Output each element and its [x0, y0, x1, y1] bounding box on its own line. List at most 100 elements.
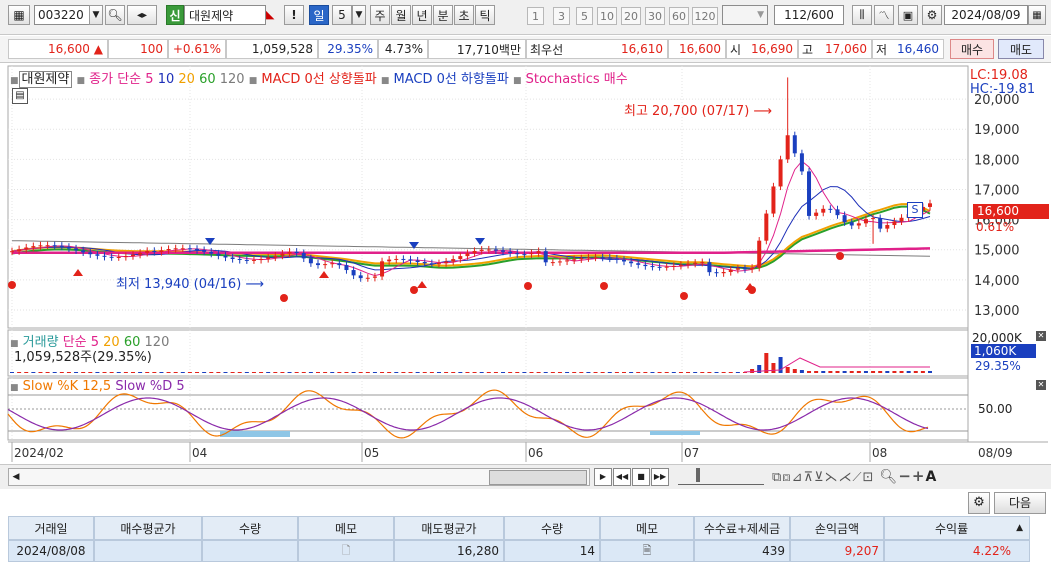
- candle-body: [237, 258, 242, 260]
- play-icon[interactable]: ▶: [594, 468, 612, 486]
- col-buy-qty[interactable]: 수량: [202, 516, 298, 540]
- legend-stock-name[interactable]: 대원제약: [18, 71, 73, 88]
- zoom-in-icon[interactable]: +: [912, 467, 926, 485]
- col-fee-tax[interactable]: 수수료+제세금: [694, 516, 790, 540]
- legend-ma120[interactable]: 120: [220, 72, 245, 87]
- stock-name-field[interactable]: 대원제약: [184, 5, 266, 25]
- stoch-d-title[interactable]: Slow %D 5: [115, 379, 184, 394]
- memo-filled-icon[interactable]: 🗎: [643, 542, 652, 561]
- interval-120-button[interactable]: 120: [692, 7, 718, 25]
- forward-icon[interactable]: ▶▶: [651, 468, 669, 486]
- period-interval-field[interactable]: 5: [332, 5, 352, 25]
- code-dropdown-icon[interactable]: ▼: [89, 5, 103, 25]
- grid-settings-gear-icon[interactable]: ⚙: [968, 492, 990, 514]
- rewind-icon[interactable]: ◀◀: [613, 468, 631, 486]
- cell-buy-memo[interactable]: 🗋: [298, 540, 394, 562]
- draw-tool-5-icon[interactable]: ⊻: [814, 470, 825, 485]
- legend-macd-up[interactable]: MACD 0선 상향돌파: [261, 72, 376, 87]
- interval-10-button[interactable]: 10: [597, 7, 617, 25]
- table-row[interactable]: 2024/08/08 🗋 16,280 14 🗎 439 9,207 4.22%: [8, 540, 1048, 562]
- legend-ma10[interactable]: 10: [158, 72, 175, 87]
- volume-bar: [807, 371, 812, 373]
- chart-scrollbar[interactable]: ◀: [8, 468, 590, 486]
- interval-5-button[interactable]: 5: [576, 7, 593, 25]
- interval-60-button[interactable]: 60: [669, 7, 689, 25]
- grid-scroll-up-icon[interactable]: ▲: [1016, 523, 1023, 533]
- stoch-close-icon[interactable]: ✕: [1036, 380, 1046, 390]
- scroll-thumb[interactable]: [489, 470, 587, 485]
- candle-body: [266, 257, 271, 259]
- period-weekly-button[interactable]: 주: [370, 5, 390, 25]
- calendar-icon[interactable]: ▦: [1028, 5, 1046, 25]
- chart-type-icon[interactable]: ⫼: [852, 5, 872, 25]
- next-button[interactable]: 다음: [994, 492, 1046, 514]
- interval-3-button[interactable]: 3: [553, 7, 570, 25]
- nav-arrows-icon[interactable]: ◂▸: [127, 5, 157, 25]
- draw-tool-4-icon[interactable]: ⊼: [803, 470, 814, 485]
- interval-20-button[interactable]: 20: [621, 7, 641, 25]
- draw-tool-6-icon[interactable]: ⋋: [825, 470, 839, 485]
- legend-stochastics[interactable]: Stochastics 매수: [526, 72, 628, 87]
- alert-button[interactable]: !: [284, 5, 304, 25]
- col-sell-avg[interactable]: 매도평균가: [394, 516, 504, 540]
- legend-ma60[interactable]: 60: [199, 72, 216, 87]
- cell-sell-memo[interactable]: 🗎: [600, 540, 694, 562]
- period-tick-button[interactable]: 틱: [475, 5, 495, 25]
- search-icon[interactable]: 🔍︎: [105, 5, 125, 25]
- gear-icon[interactable]: ⚙: [922, 5, 942, 25]
- price-chart[interactable]: 20,00019,00018,00017,00016,00015,00014,0…: [0, 64, 1051, 464]
- col-trade-date[interactable]: 거래일: [8, 516, 94, 540]
- col-return-rate[interactable]: 수익률 ▲: [884, 516, 1030, 540]
- memo-icon[interactable]: 🗋: [342, 542, 351, 561]
- col-buy-avg[interactable]: 매수평균가: [94, 516, 202, 540]
- col-sell-qty[interactable]: 수량: [504, 516, 600, 540]
- interval-dropdown-icon[interactable]: ▼: [352, 5, 366, 25]
- stock-code-input[interactable]: 003220: [34, 5, 90, 25]
- font-size-icon[interactable]: A: [925, 469, 937, 485]
- zoom-slider[interactable]: [678, 468, 764, 485]
- table-view-icon[interactable]: ▤: [12, 88, 28, 104]
- draw-tool-8-icon[interactable]: ⟋: [853, 470, 863, 485]
- draw-tool-9-icon[interactable]: ⊡: [863, 470, 875, 485]
- window-menu-icon[interactable]: ▦: [8, 5, 30, 25]
- period-monthly-button[interactable]: 월: [391, 5, 411, 25]
- date-field[interactable]: 2024/08/09: [944, 5, 1028, 25]
- volume-close-icon[interactable]: ✕: [1036, 331, 1046, 341]
- col-buy-memo[interactable]: 메모: [298, 516, 394, 540]
- custom-interval-dropdown[interactable]: ▼: [722, 5, 768, 25]
- interval-1-button[interactable]: 1: [527, 7, 544, 25]
- stoch-k-title[interactable]: Slow %K 12,5: [23, 379, 112, 394]
- volume-bar: [259, 372, 264, 373]
- period-second-button[interactable]: 초: [454, 5, 474, 25]
- hc-value: HC:-19.81: [970, 82, 1036, 97]
- legend-macd-down[interactable]: MACD 0선 하향돌파: [393, 72, 508, 87]
- draw-tool-7-icon[interactable]: ⋌: [839, 470, 853, 485]
- buy-button[interactable]: 매수: [950, 39, 994, 59]
- period-yearly-button[interactable]: 년: [412, 5, 432, 25]
- sell-button[interactable]: 매도: [998, 39, 1044, 59]
- col-sell-memo[interactable]: 메모: [600, 516, 694, 540]
- stop-icon[interactable]: ■: [632, 468, 650, 486]
- zoom-slider-handle[interactable]: [696, 468, 700, 482]
- page-count-field[interactable]: 112/600: [774, 5, 844, 25]
- candle-body: [835, 209, 840, 216]
- draw-tool-1-icon[interactable]: ⧉: [772, 470, 782, 485]
- indicator-icon[interactable]: 〽: [874, 5, 894, 25]
- draw-tool-3-icon[interactable]: ⊿: [792, 470, 804, 485]
- legend-ma5[interactable]: 종가 단순 5: [89, 72, 153, 87]
- candle-body: [251, 259, 256, 261]
- legend-ma20[interactable]: 20: [178, 72, 195, 87]
- candle-body: [757, 240, 762, 268]
- col-profit[interactable]: 손익금액: [790, 516, 884, 540]
- price-tick-label: 13,000: [974, 304, 1020, 319]
- save-icon[interactable]: ▣: [898, 5, 918, 25]
- period-daily-button[interactable]: 일: [309, 5, 329, 25]
- zoom-search-icon[interactable]: 🔍︎: [880, 469, 899, 485]
- zoom-out-icon[interactable]: −: [898, 467, 912, 485]
- sell-signal-marker[interactable]: S: [907, 202, 923, 218]
- interval-30-button[interactable]: 30: [645, 7, 665, 25]
- period-minute-button[interactable]: 분: [433, 5, 453, 25]
- draw-tool-2-icon[interactable]: ⧈: [782, 470, 791, 485]
- volume-bar: [757, 365, 762, 373]
- scroll-left-icon[interactable]: ◀: [9, 469, 23, 485]
